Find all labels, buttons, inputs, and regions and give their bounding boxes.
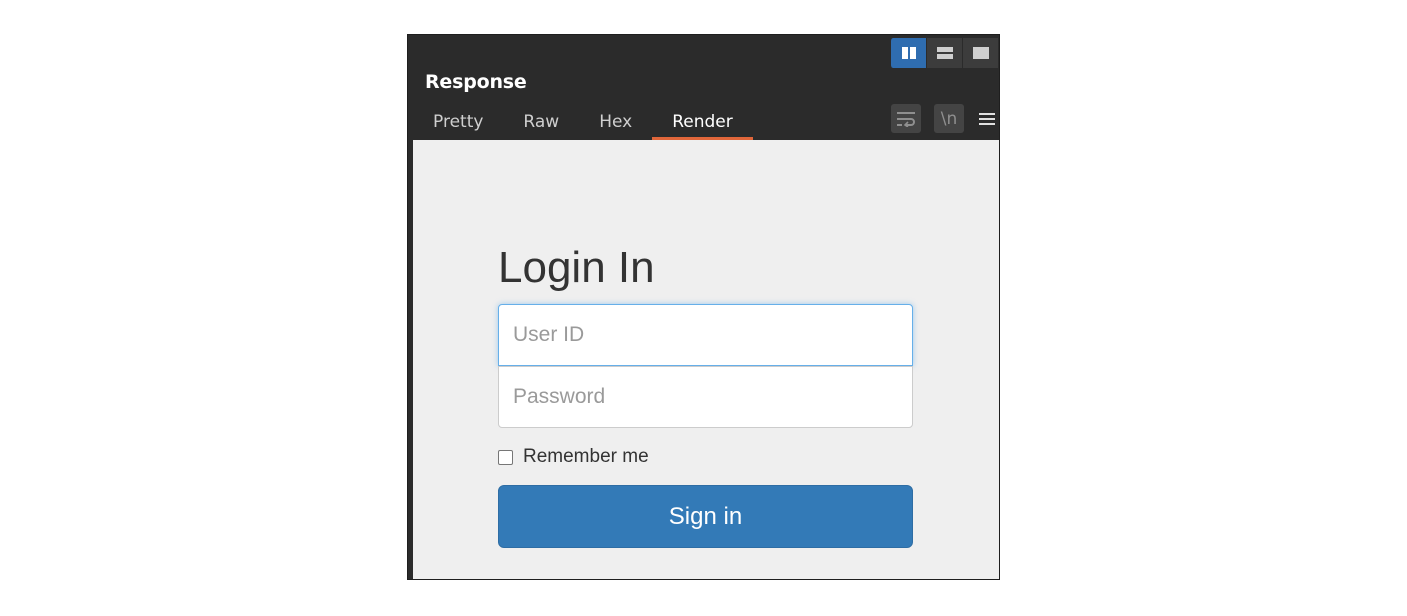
panel-title: Response xyxy=(425,71,527,93)
user-id-input[interactable] xyxy=(498,304,913,366)
layout-toggle-group xyxy=(890,38,998,68)
login-title: Login In xyxy=(498,243,655,292)
tab-render[interactable]: Render xyxy=(652,109,753,140)
show-newlines-button[interactable]: \n xyxy=(934,104,964,133)
password-input[interactable] xyxy=(498,366,913,428)
newline-icon: \n xyxy=(940,108,958,129)
split-horizontal-icon xyxy=(936,47,953,59)
remember-me-row: Remember me xyxy=(498,445,913,469)
hamburger-menu-icon xyxy=(979,112,995,125)
sign-in-button[interactable]: Sign in xyxy=(498,485,913,548)
single-pane-icon xyxy=(972,47,989,59)
remember-me-checkbox[interactable] xyxy=(498,449,513,465)
login-form: Login In Remember me Sign in xyxy=(498,244,913,548)
word-wrap-icon xyxy=(897,111,915,127)
word-wrap-button[interactable] xyxy=(891,104,921,133)
response-panel: Response Pretty Raw Hex Render \n Login … xyxy=(407,34,1000,580)
tab-hex[interactable]: Hex xyxy=(579,109,652,140)
menu-button[interactable] xyxy=(977,104,997,133)
single-pane-button[interactable] xyxy=(962,38,998,68)
tab-raw[interactable]: Raw xyxy=(503,109,579,140)
response-tabs: Pretty Raw Hex Render xyxy=(413,109,753,141)
tool-icons: \n xyxy=(891,104,997,133)
split-vertical-icon xyxy=(901,47,916,59)
render-view: Login In Remember me Sign in xyxy=(413,140,999,579)
remember-me-label: Remember me xyxy=(523,446,649,467)
split-vertical-button[interactable] xyxy=(890,38,926,68)
split-horizontal-button[interactable] xyxy=(926,38,962,68)
tab-pretty[interactable]: Pretty xyxy=(413,109,503,140)
